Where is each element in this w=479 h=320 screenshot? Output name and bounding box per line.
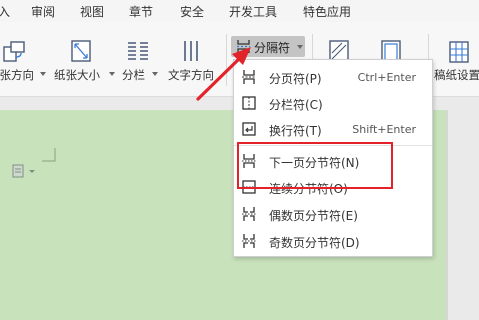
manuscript-settings-label: 稿纸设置 (434, 68, 479, 82)
paper-size-button[interactable]: 纸张大小 (52, 22, 116, 96)
even-page-section-break-icon (242, 207, 256, 221)
manuscript-grid-icon (449, 41, 469, 63)
paper-size-icon (71, 40, 91, 62)
text-direction-label: 文字方向 (168, 68, 214, 82)
text-direction-button[interactable]: 文字方向 (166, 22, 222, 96)
margin-corner-mark (42, 148, 56, 162)
page-shadow (446, 110, 448, 320)
column-break-icon (242, 96, 256, 110)
columns-icon (128, 42, 148, 60)
menu-item-even-page-section-break[interactable]: 偶数页分节符(E) (234, 201, 432, 227)
chevron-down-icon (40, 72, 46, 76)
menu-chapter[interactable]: 章节 (129, 3, 153, 20)
columns-button[interactable]: 分栏 (120, 22, 160, 96)
page-orientation-label: 纸张方向 (0, 68, 34, 82)
columns-label: 分栏 (122, 68, 145, 82)
menu-item-column-break[interactable]: 分栏符(C) (234, 90, 432, 116)
line-break-icon (242, 122, 256, 136)
menu-special-apps[interactable]: 特色应用 (303, 3, 351, 20)
chevron-down-icon (109, 72, 115, 76)
menu-bar: 插入 审阅 视图 章节 安全 开发工具 特色应用 (0, 0, 479, 22)
menu-item-page-break[interactable]: 分页符(P) Ctrl+Enter (234, 64, 432, 90)
page-orientation-button[interactable]: 纸张方向 (0, 22, 46, 96)
paste-options-icon[interactable] (12, 163, 36, 179)
menu-item-line-break[interactable]: 换行符(T) Shift+Enter (234, 116, 432, 142)
paper-size-label: 纸张大小 (54, 68, 100, 82)
manuscript-settings-button[interactable]: 稿纸设置 (432, 22, 479, 96)
menu-developer-tools[interactable]: 开发工具 (229, 3, 277, 20)
highlight-box (237, 142, 393, 189)
odd-page-section-break-icon (242, 234, 256, 248)
chevron-down-icon (297, 45, 303, 49)
menu-item-odd-page-section-break[interactable]: 奇数页分节符(D) (234, 228, 432, 254)
page-orientation-icon (3, 41, 25, 62)
menu-insert[interactable]: 插入 (0, 3, 10, 20)
separator-icon (237, 40, 250, 53)
toolbar-divider (226, 34, 227, 86)
menu-security[interactable]: 安全 (180, 3, 204, 20)
chevron-down-icon (152, 72, 158, 76)
separator-button[interactable]: 分隔符 (231, 36, 305, 57)
separator-label: 分隔符 (254, 41, 291, 55)
menu-view[interactable]: 视图 (80, 3, 104, 20)
text-direction-icon (184, 41, 198, 61)
page-break-icon (242, 70, 256, 84)
menu-review[interactable]: 审阅 (31, 3, 55, 20)
